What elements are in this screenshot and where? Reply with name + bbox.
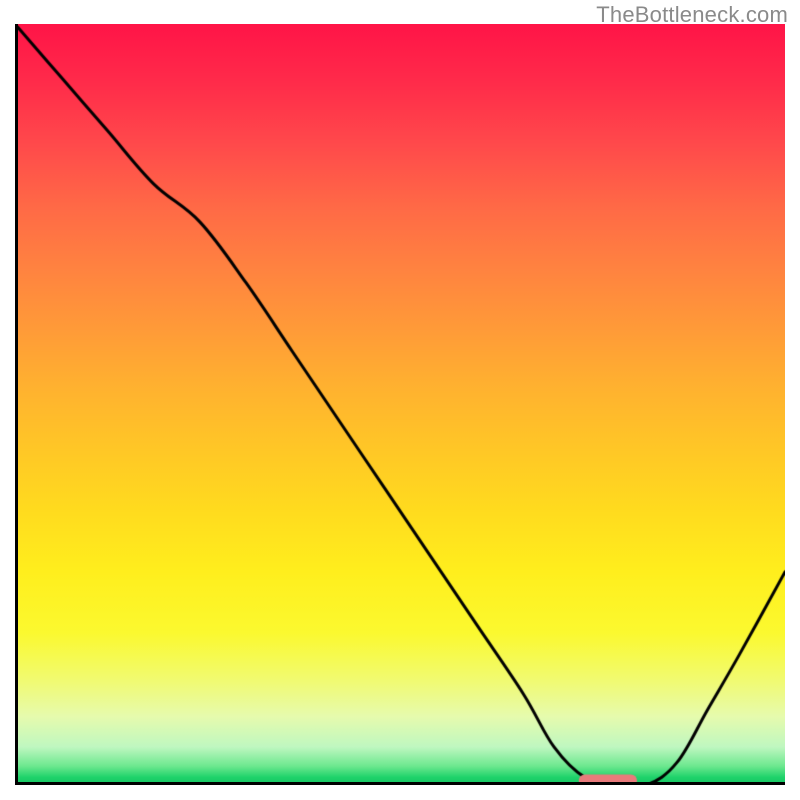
x-axis-line (15, 782, 785, 785)
y-axis-line (15, 24, 18, 785)
bottleneck-curve-canvas (15, 24, 785, 785)
chart-stage: TheBottleneck.com (0, 0, 800, 800)
